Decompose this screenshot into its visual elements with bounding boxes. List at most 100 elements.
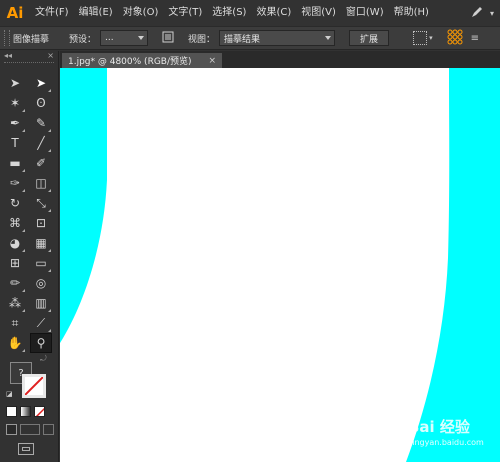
- eraser-tool[interactable]: ◫: [30, 173, 52, 193]
- screen-mode-icon[interactable]: [18, 443, 34, 455]
- blob-brush-tool[interactable]: ✑: [4, 173, 26, 193]
- align-icon: [413, 31, 428, 45]
- tool-flyout-indicator: [48, 269, 51, 272]
- close-panel-button[interactable]: ×: [47, 51, 54, 61]
- draw-behind-icon[interactable]: [20, 424, 40, 435]
- tool-flyout-indicator: [22, 189, 25, 192]
- line-tool[interactable]: ╱: [30, 133, 52, 153]
- free-transform-tool[interactable]: ⊡: [30, 213, 52, 233]
- scale-tool[interactable]: ⤡: [30, 193, 52, 213]
- app-logo: Ai: [6, 4, 24, 22]
- free-transform-icon: ⊡: [35, 216, 47, 230]
- chevron-down-icon[interactable]: ▾: [490, 9, 494, 18]
- eraser-icon: ◫: [35, 176, 47, 190]
- perspective-grid-tool[interactable]: ▦: [30, 233, 52, 253]
- swap-colors-icon[interactable]: ⤾: [40, 354, 47, 364]
- symbol-sprayer-tool[interactable]: ⁂: [4, 293, 26, 313]
- tool-flyout-indicator: [22, 129, 25, 132]
- menu-select[interactable]: 选择(S): [207, 0, 251, 26]
- watermark-text: Bai 经验: [408, 418, 470, 436]
- close-icon[interactable]: ×: [208, 56, 216, 66]
- tool-flyout-indicator: [22, 109, 25, 112]
- fill-stroke-swatch[interactable]: ◪ ⤾ ?: [4, 354, 54, 404]
- document-tab[interactable]: 1.jpg* @ 4800% (RGB/预览) ×: [62, 53, 222, 68]
- gradient-button[interactable]: [20, 406, 31, 417]
- draw-inside-icon[interactable]: [43, 424, 54, 435]
- menu-edit[interactable]: 编辑(E): [74, 0, 118, 26]
- menu-view[interactable]: 视图(V): [296, 0, 341, 26]
- magic-wand-tool[interactable]: ✶: [4, 93, 26, 113]
- panel-menu-icon[interactable]: ≡: [471, 33, 479, 44]
- zoom-tool[interactable]: ⚲: [30, 333, 52, 353]
- image-trace-title: 图像描摹: [13, 34, 50, 45]
- preset-label: 预设：: [69, 34, 97, 45]
- artboard-tool[interactable]: ⌗: [4, 313, 26, 333]
- artboard-canvas[interactable]: [60, 68, 500, 462]
- shape-builder-tool[interactable]: ◕: [4, 233, 26, 253]
- paintbrush-tool[interactable]: ✐: [30, 153, 52, 173]
- rectangle-tool[interactable]: ▬: [4, 153, 26, 173]
- paintbrush-icon: ✐: [35, 156, 47, 170]
- document-tab-bar: 1.jpg* @ 4800% (RGB/预览) ×: [60, 51, 500, 68]
- selection-tool[interactable]: ➤: [4, 73, 26, 93]
- menu-bar: Ai 文件(F) 编辑(E) 对象(O) 文字(T) 选择(S) 效果(C) 视…: [0, 0, 500, 26]
- hand-tool[interactable]: ✋: [4, 333, 26, 353]
- drawing-modes: [6, 424, 54, 435]
- blend-icon: ◎: [35, 276, 47, 290]
- width-icon: ⌘: [9, 216, 21, 230]
- paw-logo-icon: [385, 417, 406, 436]
- tool-flyout-indicator: [22, 169, 25, 172]
- panel-grip[interactable]: [4, 30, 10, 46]
- view-dropdown[interactable]: 描摹结果: [219, 30, 336, 46]
- direct-selection-tool[interactable]: ➤: [30, 73, 52, 93]
- slice-tool[interactable]: ⟋: [30, 313, 52, 333]
- none-button[interactable]: [34, 406, 45, 417]
- stroke-swatch[interactable]: [22, 374, 46, 398]
- menu-object[interactable]: 对象(O): [118, 0, 164, 26]
- arrange-icon[interactable]: [447, 29, 463, 48]
- brush-icon[interactable]: [470, 4, 484, 23]
- width-tool[interactable]: ⌘: [4, 213, 26, 233]
- type-tool[interactable]: T: [4, 133, 26, 153]
- collapse-panel-button[interactable]: ◂◂: [4, 51, 12, 61]
- chevron-down-icon: [325, 36, 332, 40]
- mesh-tool[interactable]: ⊞: [4, 253, 26, 273]
- curvature-tool[interactable]: ✎: [30, 113, 52, 133]
- pen-tool[interactable]: ✒: [4, 113, 26, 133]
- tool-flyout-indicator: [22, 229, 25, 232]
- tool-flyout-indicator: [48, 329, 51, 332]
- menu-window[interactable]: 窗口(W): [341, 0, 389, 26]
- draw-normal-icon[interactable]: [6, 424, 17, 435]
- panel-grip[interactable]: [4, 62, 54, 66]
- artboard-icon: ⌗: [11, 315, 19, 330]
- lasso-tool[interactable]: ʘ: [30, 93, 52, 113]
- tool-flyout-indicator: [22, 289, 25, 292]
- color-mode-buttons: [6, 406, 45, 417]
- color-button[interactable]: [6, 406, 17, 417]
- expand-button[interactable]: 扩展: [349, 30, 390, 46]
- eyedropper-tool[interactable]: ✏: [4, 273, 26, 293]
- preset-dropdown[interactable]: ...: [100, 30, 149, 46]
- gradient-tool[interactable]: ▭: [30, 253, 52, 273]
- control-bar: 图像描摹 预设： ... 视图： 描摹结果 扩展 ▾ ≡: [0, 26, 500, 50]
- symbol-sprayer-icon: ⁂: [9, 296, 21, 310]
- menu-type[interactable]: 文字(T): [163, 0, 207, 26]
- column-graph-tool[interactable]: ▥: [30, 293, 52, 313]
- traced-artwork: [60, 68, 500, 462]
- trace-panel-icon[interactable]: [162, 31, 174, 46]
- menu-help[interactable]: 帮助(H): [389, 0, 434, 26]
- menu-effect[interactable]: 效果(C): [251, 0, 296, 26]
- rotate-tool[interactable]: ↻: [4, 193, 26, 213]
- align-dropdown-icon[interactable]: ▾: [413, 31, 433, 45]
- column-graph-icon: ▥: [35, 296, 47, 310]
- menu-file[interactable]: 文件(F): [30, 0, 74, 26]
- tool-flyout-indicator: [22, 349, 25, 352]
- blend-tool[interactable]: ◎: [30, 273, 52, 293]
- curvature-icon: ✎: [35, 116, 47, 130]
- default-colors-icon[interactable]: ◪: [6, 390, 13, 398]
- tool-flyout-indicator: [48, 189, 51, 192]
- slice-icon: ⟋: [36, 315, 46, 330]
- tool-flyout-indicator: [48, 209, 51, 212]
- chevron-down-icon: [138, 36, 145, 40]
- shape-builder-icon: ◕: [9, 236, 21, 250]
